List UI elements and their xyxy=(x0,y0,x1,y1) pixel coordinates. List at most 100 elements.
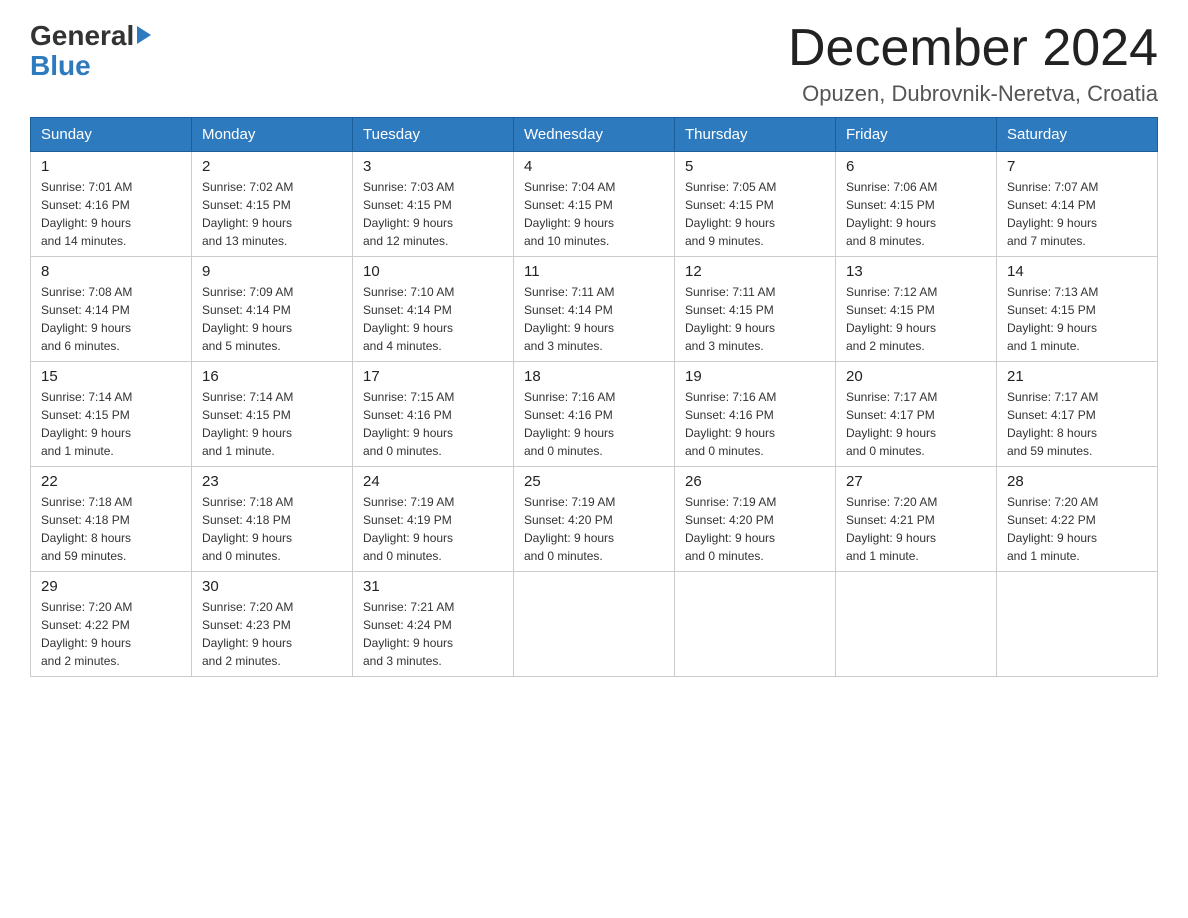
logo: General Blue xyxy=(30,20,151,82)
days-header-row: SundayMondayTuesdayWednesdayThursdayFrid… xyxy=(31,118,1158,152)
week-row-5: 29 Sunrise: 7:20 AMSunset: 4:22 PMDaylig… xyxy=(31,572,1158,677)
calendar-cell: 29 Sunrise: 7:20 AMSunset: 4:22 PMDaylig… xyxy=(31,572,192,677)
calendar-table: SundayMondayTuesdayWednesdayThursdayFrid… xyxy=(30,117,1158,677)
day-number: 13 xyxy=(846,263,986,280)
calendar-cell: 16 Sunrise: 7:14 AMSunset: 4:15 PMDaylig… xyxy=(192,362,353,467)
calendar-cell: 23 Sunrise: 7:18 AMSunset: 4:18 PMDaylig… xyxy=(192,467,353,572)
day-info: Sunrise: 7:14 AMSunset: 4:15 PMDaylight:… xyxy=(41,388,181,460)
calendar-cell: 13 Sunrise: 7:12 AMSunset: 4:15 PMDaylig… xyxy=(836,257,997,362)
day-info: Sunrise: 7:18 AMSunset: 4:18 PMDaylight:… xyxy=(41,493,181,565)
page-header: General Blue December 2024 Opuzen, Dubro… xyxy=(30,20,1158,107)
day-info: Sunrise: 7:19 AMSunset: 4:20 PMDaylight:… xyxy=(685,493,825,565)
day-info: Sunrise: 7:19 AMSunset: 4:19 PMDaylight:… xyxy=(363,493,503,565)
day-number: 8 xyxy=(41,263,181,280)
day-number: 20 xyxy=(846,368,986,385)
header-sunday: Sunday xyxy=(31,118,192,152)
week-row-3: 15 Sunrise: 7:14 AMSunset: 4:15 PMDaylig… xyxy=(31,362,1158,467)
calendar-cell: 25 Sunrise: 7:19 AMSunset: 4:20 PMDaylig… xyxy=(514,467,675,572)
day-number: 15 xyxy=(41,368,181,385)
day-info: Sunrise: 7:18 AMSunset: 4:18 PMDaylight:… xyxy=(202,493,342,565)
day-info: Sunrise: 7:17 AMSunset: 4:17 PMDaylight:… xyxy=(846,388,986,460)
calendar-cell: 4 Sunrise: 7:04 AMSunset: 4:15 PMDayligh… xyxy=(514,152,675,257)
day-info: Sunrise: 7:11 AMSunset: 4:14 PMDaylight:… xyxy=(524,283,664,355)
calendar-cell: 22 Sunrise: 7:18 AMSunset: 4:18 PMDaylig… xyxy=(31,467,192,572)
calendar-cell: 7 Sunrise: 7:07 AMSunset: 4:14 PMDayligh… xyxy=(997,152,1158,257)
calendar-cell: 28 Sunrise: 7:20 AMSunset: 4:22 PMDaylig… xyxy=(997,467,1158,572)
location-text: Opuzen, Dubrovnik-Neretva, Croatia xyxy=(788,81,1158,107)
day-info: Sunrise: 7:14 AMSunset: 4:15 PMDaylight:… xyxy=(202,388,342,460)
calendar-cell xyxy=(514,572,675,677)
day-info: Sunrise: 7:09 AMSunset: 4:14 PMDaylight:… xyxy=(202,283,342,355)
week-row-1: 1 Sunrise: 7:01 AMSunset: 4:16 PMDayligh… xyxy=(31,152,1158,257)
week-row-2: 8 Sunrise: 7:08 AMSunset: 4:14 PMDayligh… xyxy=(31,257,1158,362)
header-monday: Monday xyxy=(192,118,353,152)
day-number: 9 xyxy=(202,263,342,280)
day-number: 6 xyxy=(846,158,986,175)
day-info: Sunrise: 7:06 AMSunset: 4:15 PMDaylight:… xyxy=(846,178,986,250)
calendar-cell: 26 Sunrise: 7:19 AMSunset: 4:20 PMDaylig… xyxy=(675,467,836,572)
calendar-cell: 18 Sunrise: 7:16 AMSunset: 4:16 PMDaylig… xyxy=(514,362,675,467)
calendar-cell: 2 Sunrise: 7:02 AMSunset: 4:15 PMDayligh… xyxy=(192,152,353,257)
calendar-cell: 15 Sunrise: 7:14 AMSunset: 4:15 PMDaylig… xyxy=(31,362,192,467)
day-info: Sunrise: 7:07 AMSunset: 4:14 PMDaylight:… xyxy=(1007,178,1147,250)
day-info: Sunrise: 7:08 AMSunset: 4:14 PMDaylight:… xyxy=(41,283,181,355)
calendar-cell: 31 Sunrise: 7:21 AMSunset: 4:24 PMDaylig… xyxy=(353,572,514,677)
day-number: 28 xyxy=(1007,473,1147,490)
day-number: 3 xyxy=(363,158,503,175)
header-friday: Friday xyxy=(836,118,997,152)
day-number: 29 xyxy=(41,578,181,595)
day-number: 17 xyxy=(363,368,503,385)
calendar-cell: 10 Sunrise: 7:10 AMSunset: 4:14 PMDaylig… xyxy=(353,257,514,362)
header-saturday: Saturday xyxy=(997,118,1158,152)
day-info: Sunrise: 7:19 AMSunset: 4:20 PMDaylight:… xyxy=(524,493,664,565)
calendar-cell xyxy=(836,572,997,677)
header-thursday: Thursday xyxy=(675,118,836,152)
day-number: 19 xyxy=(685,368,825,385)
header-wednesday: Wednesday xyxy=(514,118,675,152)
calendar-cell: 3 Sunrise: 7:03 AMSunset: 4:15 PMDayligh… xyxy=(353,152,514,257)
calendar-cell: 9 Sunrise: 7:09 AMSunset: 4:14 PMDayligh… xyxy=(192,257,353,362)
month-title: December 2024 xyxy=(788,20,1158,77)
day-info: Sunrise: 7:12 AMSunset: 4:15 PMDaylight:… xyxy=(846,283,986,355)
day-info: Sunrise: 7:03 AMSunset: 4:15 PMDaylight:… xyxy=(363,178,503,250)
day-info: Sunrise: 7:20 AMSunset: 4:21 PMDaylight:… xyxy=(846,493,986,565)
day-info: Sunrise: 7:20 AMSunset: 4:23 PMDaylight:… xyxy=(202,598,342,670)
day-info: Sunrise: 7:13 AMSunset: 4:15 PMDaylight:… xyxy=(1007,283,1147,355)
header-tuesday: Tuesday xyxy=(353,118,514,152)
day-info: Sunrise: 7:15 AMSunset: 4:16 PMDaylight:… xyxy=(363,388,503,460)
calendar-cell xyxy=(675,572,836,677)
day-info: Sunrise: 7:04 AMSunset: 4:15 PMDaylight:… xyxy=(524,178,664,250)
day-number: 14 xyxy=(1007,263,1147,280)
day-number: 1 xyxy=(41,158,181,175)
day-number: 24 xyxy=(363,473,503,490)
day-info: Sunrise: 7:11 AMSunset: 4:15 PMDaylight:… xyxy=(685,283,825,355)
day-number: 21 xyxy=(1007,368,1147,385)
day-number: 23 xyxy=(202,473,342,490)
calendar-cell: 5 Sunrise: 7:05 AMSunset: 4:15 PMDayligh… xyxy=(675,152,836,257)
week-row-4: 22 Sunrise: 7:18 AMSunset: 4:18 PMDaylig… xyxy=(31,467,1158,572)
day-number: 16 xyxy=(202,368,342,385)
day-number: 27 xyxy=(846,473,986,490)
calendar-cell: 19 Sunrise: 7:16 AMSunset: 4:16 PMDaylig… xyxy=(675,362,836,467)
calendar-cell xyxy=(997,572,1158,677)
calendar-cell: 20 Sunrise: 7:17 AMSunset: 4:17 PMDaylig… xyxy=(836,362,997,467)
day-info: Sunrise: 7:05 AMSunset: 4:15 PMDaylight:… xyxy=(685,178,825,250)
day-info: Sunrise: 7:16 AMSunset: 4:16 PMDaylight:… xyxy=(685,388,825,460)
calendar-cell: 21 Sunrise: 7:17 AMSunset: 4:17 PMDaylig… xyxy=(997,362,1158,467)
day-number: 22 xyxy=(41,473,181,490)
day-number: 26 xyxy=(685,473,825,490)
day-number: 4 xyxy=(524,158,664,175)
day-number: 18 xyxy=(524,368,664,385)
calendar-cell: 8 Sunrise: 7:08 AMSunset: 4:14 PMDayligh… xyxy=(31,257,192,362)
day-info: Sunrise: 7:01 AMSunset: 4:16 PMDaylight:… xyxy=(41,178,181,250)
day-info: Sunrise: 7:10 AMSunset: 4:14 PMDaylight:… xyxy=(363,283,503,355)
logo-blue-text: Blue xyxy=(30,50,91,81)
calendar-cell: 17 Sunrise: 7:15 AMSunset: 4:16 PMDaylig… xyxy=(353,362,514,467)
day-number: 5 xyxy=(685,158,825,175)
day-info: Sunrise: 7:20 AMSunset: 4:22 PMDaylight:… xyxy=(41,598,181,670)
day-number: 31 xyxy=(363,578,503,595)
title-block: December 2024 Opuzen, Dubrovnik-Neretva,… xyxy=(788,20,1158,107)
day-number: 25 xyxy=(524,473,664,490)
day-number: 7 xyxy=(1007,158,1147,175)
calendar-cell: 24 Sunrise: 7:19 AMSunset: 4:19 PMDaylig… xyxy=(353,467,514,572)
